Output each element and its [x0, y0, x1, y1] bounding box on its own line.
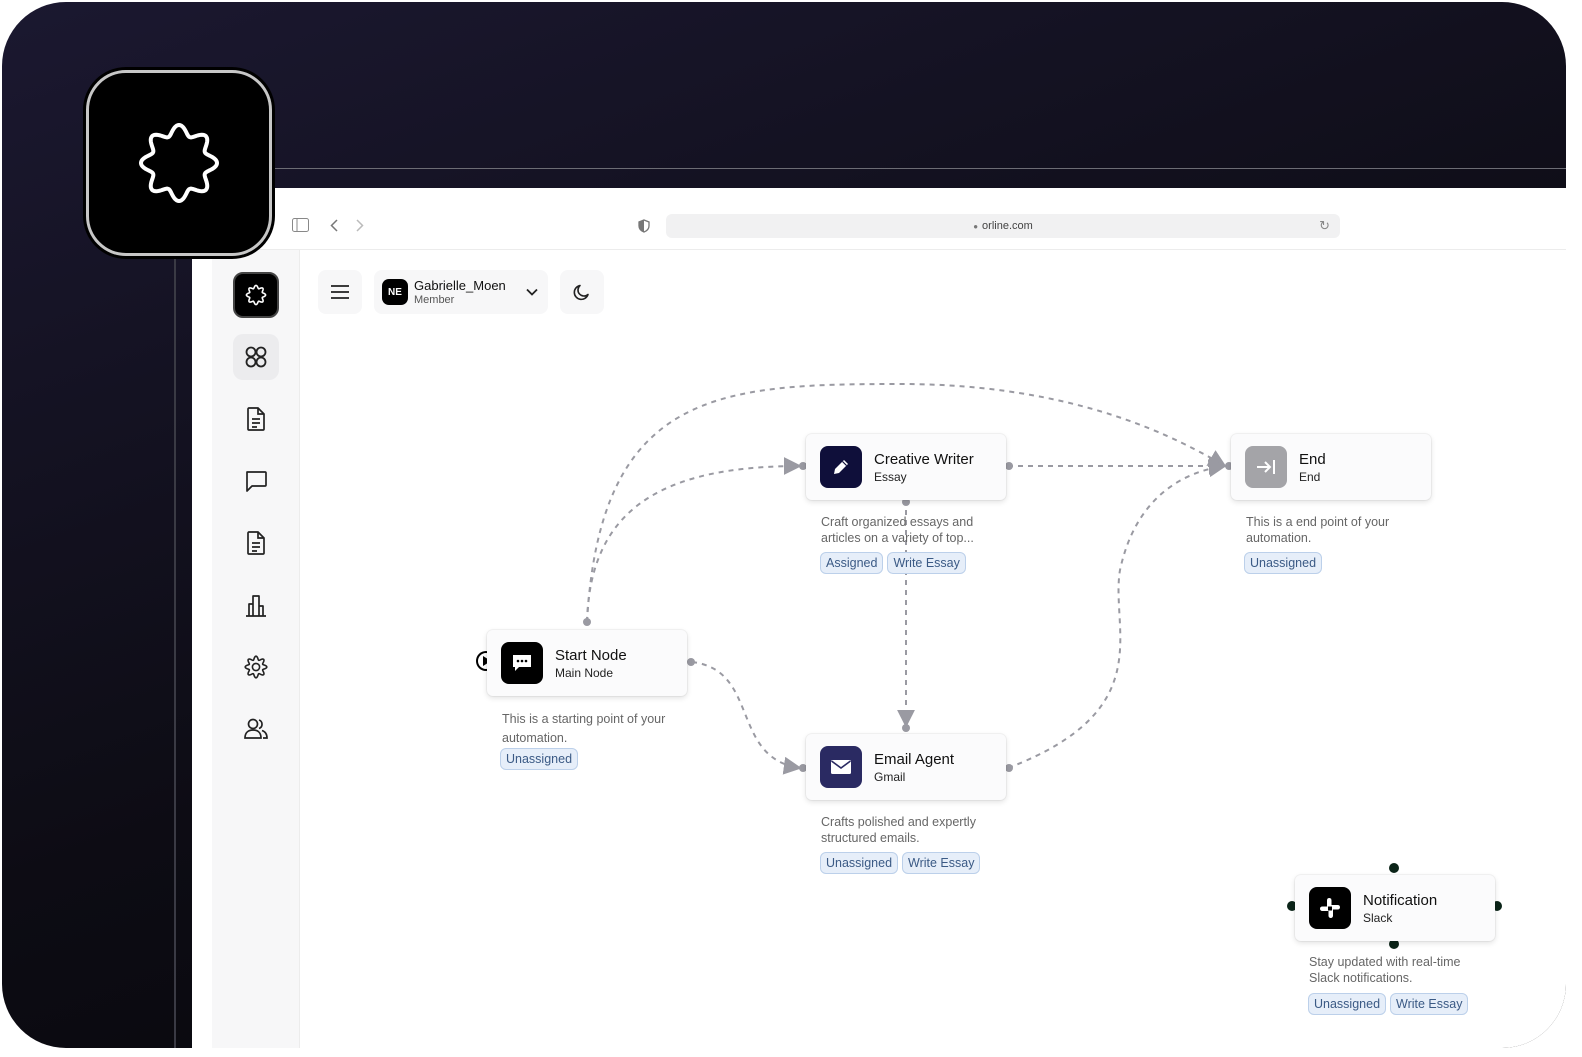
node-subtitle: Main Node [555, 665, 614, 680]
shield-icon[interactable] [638, 219, 650, 237]
chat-icon [246, 471, 267, 492]
node-title: End [1299, 450, 1326, 468]
node-subtitle: Essay [874, 469, 907, 484]
node-notification[interactable]: Notification Slack [1295, 875, 1495, 941]
node-tags: Unassigned [1244, 552, 1323, 574]
sidebar-item-documents[interactable] [233, 396, 279, 442]
handle-start-out [687, 658, 695, 666]
node-tags: Unassigned [500, 748, 579, 770]
tag[interactable]: Unassigned [820, 852, 899, 874]
node-start-icon-box [501, 642, 543, 684]
sidebar-item-dashboard[interactable] [233, 334, 279, 380]
address-bar[interactable]: ● orline.com ↻ [666, 214, 1340, 238]
tag[interactable]: Unassigned [500, 748, 579, 770]
bar-chart-icon [246, 595, 266, 617]
handle-email-top [902, 724, 910, 732]
tag[interactable]: Unassigned [1308, 993, 1387, 1015]
node-tags: Unassigned Write Essay [820, 852, 981, 874]
node-subtitle: Slack [1363, 910, 1393, 925]
node-tags: Assigned Write Essay [820, 552, 966, 574]
node-notification-icon-box [1309, 887, 1351, 929]
browser-window: ● orline.com ↻ NE Gabrielle_Moen Member … [192, 188, 1566, 1048]
arrow-to-end-icon [1257, 460, 1275, 474]
mail-icon [831, 760, 851, 774]
handle-creative-out [1005, 462, 1013, 470]
reload-icon[interactable]: ↻ [1319, 218, 1330, 234]
app-sidebar [212, 250, 300, 1048]
node-start[interactable]: Start Node Main Node [487, 630, 687, 696]
handle-email-out [1005, 764, 1013, 772]
brand-gear-icon [139, 123, 219, 203]
node-end-icon-box [1245, 446, 1287, 488]
tag[interactable]: Write Essay [902, 852, 981, 874]
node-subtitle: End [1299, 469, 1321, 484]
handle-notification-top [1389, 863, 1399, 873]
node-description: This is a starting point of your automat… [502, 712, 666, 745]
sidebar-toggle-icon[interactable] [292, 218, 309, 236]
pencil-icon [834, 460, 848, 474]
document-icon [247, 407, 265, 431]
node-email-icon-box [820, 746, 862, 788]
settings-gear-icon [244, 655, 268, 679]
node-description: Crafts polished and expertly structured … [821, 815, 976, 845]
back-icon[interactable] [330, 219, 338, 236]
handle-start-top [583, 618, 591, 626]
node-description: Stay updated with real-time Slack notifi… [1309, 955, 1461, 985]
node-description: This is a end point of your automation. [1246, 515, 1390, 545]
sidebar-item-analytics[interactable] [233, 582, 279, 628]
node-title: Creative Writer [874, 450, 974, 468]
node-email-agent[interactable]: Email Agent Gmail [806, 734, 1006, 800]
workflow-canvas[interactable]: Creative Writer Essay Craft organized es… [300, 250, 1566, 1048]
slack-icon [1320, 898, 1340, 918]
edge-start-email [691, 661, 802, 775]
users-icon [244, 718, 268, 739]
app-logo-button[interactable] [233, 272, 279, 318]
sidebar-item-chat[interactable] [233, 458, 279, 504]
sidebar-item-settings[interactable] [233, 644, 279, 690]
sidebar-item-files[interactable] [233, 520, 279, 566]
node-subtitle: Gmail [874, 769, 906, 784]
node-title: Email Agent [874, 750, 955, 768]
tag[interactable]: Write Essay [1390, 993, 1469, 1015]
node-end[interactable]: End End [1231, 434, 1431, 500]
node-description: Craft organized essays and articles on a… [821, 515, 974, 545]
tag[interactable]: Assigned [820, 552, 884, 574]
edge-start-creative [586, 457, 802, 623]
file-icon [247, 531, 265, 555]
tag[interactable]: Write Essay [887, 552, 966, 574]
tag[interactable]: Unassigned [1244, 552, 1323, 574]
message-icon [513, 655, 531, 671]
frame-rail [174, 252, 176, 1048]
browser-toolbar: ● orline.com ↻ [192, 188, 1566, 250]
edge-email-end [1007, 459, 1227, 769]
grid-icon [245, 346, 267, 368]
node-tags: Unassigned Write Essay [1308, 993, 1469, 1015]
frame-divider [272, 168, 1566, 169]
forward-icon[interactable] [356, 219, 364, 236]
node-creative-writer-icon-box [820, 446, 862, 488]
node-title: Start Node [555, 646, 627, 664]
app-frame: ● orline.com ↻ NE Gabrielle_Moen Member … [2, 2, 1566, 1048]
sidebar-item-users[interactable] [233, 706, 279, 752]
address-url: orline.com [982, 220, 1033, 232]
lock-icon: ● [973, 221, 979, 231]
node-title: Notification [1363, 891, 1438, 909]
brand-logo-tile [86, 70, 272, 256]
gear-flower-icon [245, 284, 267, 306]
node-creative-writer[interactable]: Creative Writer Essay [806, 434, 1006, 500]
